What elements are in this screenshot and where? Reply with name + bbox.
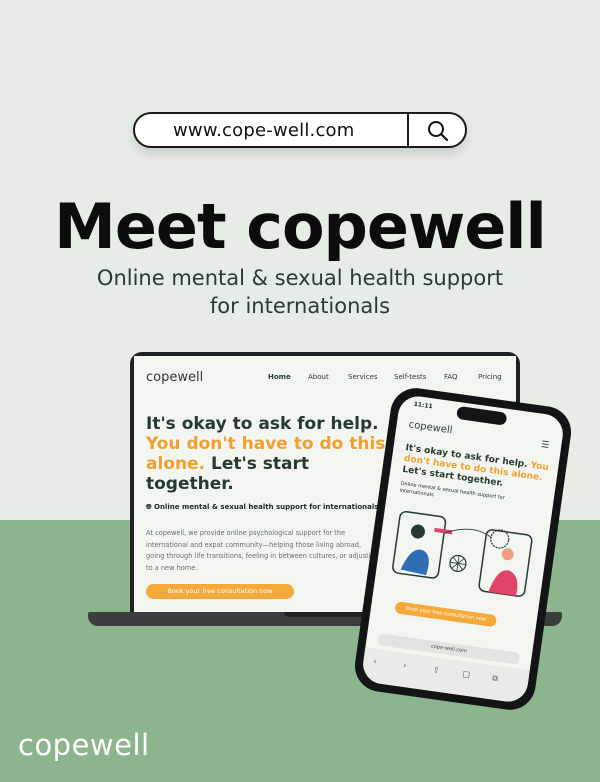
book-consultation-button[interactable]: Book your free consultation now bbox=[146, 584, 294, 599]
status-time: 11:11 bbox=[413, 400, 434, 411]
subtitle: Online mental & sexual health support fo… bbox=[0, 264, 600, 320]
bookmarks-icon[interactable]: □ bbox=[462, 669, 471, 679]
globe-icon: 🌐︎ bbox=[146, 503, 152, 511]
tagline-text: Online mental & sexual health support fo… bbox=[154, 503, 379, 511]
divider bbox=[407, 114, 409, 146]
laptop-logo[interactable]: copewell bbox=[146, 370, 203, 385]
search-bar[interactable]: www.cope-well.com bbox=[133, 112, 467, 148]
dynamic-island bbox=[456, 405, 508, 426]
subtitle-line: for internationals bbox=[209, 294, 391, 318]
phone-book-consultation-button[interactable]: Book your free consultation now bbox=[394, 601, 498, 628]
nav-self-tests[interactable]: Self-tests bbox=[394, 373, 426, 381]
share-icon[interactable]: ⇧ bbox=[432, 665, 440, 675]
nav-faq[interactable]: FAQ bbox=[444, 373, 458, 381]
laptop-paragraph: At copewell, we provide online psycholog… bbox=[146, 529, 379, 572]
address-text: cope-well.com bbox=[430, 643, 468, 655]
hamburger-menu-icon[interactable]: ☰ bbox=[540, 440, 549, 451]
forward-icon[interactable]: › bbox=[403, 661, 407, 670]
nav-home[interactable]: Home bbox=[268, 373, 291, 381]
search-icon[interactable] bbox=[427, 120, 449, 142]
headline-text: It's okay to ask for help. bbox=[146, 414, 379, 434]
phone-logo[interactable]: copewell bbox=[408, 419, 453, 436]
back-icon[interactable]: ‹ bbox=[373, 657, 377, 666]
subtitle-line: Online mental & sexual health support bbox=[96, 266, 504, 290]
nav-services[interactable]: Services bbox=[348, 373, 378, 381]
url-text: www.cope-well.com bbox=[173, 120, 355, 141]
illustration bbox=[392, 510, 533, 597]
laptop-headline: It's okay to ask for help. You don't hav… bbox=[146, 414, 386, 494]
footer-logo: copewell bbox=[18, 728, 150, 762]
nav-pricing[interactable]: Pricing bbox=[478, 373, 502, 381]
nav-about[interactable]: About bbox=[308, 373, 329, 381]
page-title: Meet copewell bbox=[54, 190, 547, 263]
laptop-notch bbox=[284, 612, 366, 617]
laptop-tagline: 🌐︎ Online mental & sexual health support… bbox=[146, 503, 378, 512]
tabs-icon[interactable]: ⧉ bbox=[492, 673, 499, 684]
